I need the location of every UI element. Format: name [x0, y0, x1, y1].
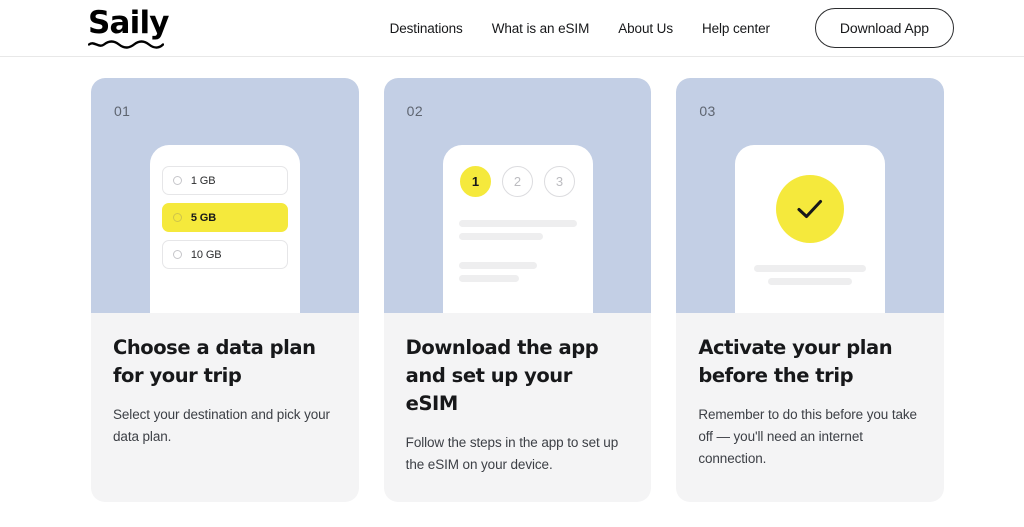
- logo-wordmark: Saily: [88, 4, 170, 41]
- main-navigation: Destinations What is an eSIM About Us He…: [390, 8, 954, 48]
- skeleton-line: [458, 220, 577, 227]
- skeleton-line: [458, 275, 519, 282]
- plan-option-label: 10 GB: [190, 248, 222, 261]
- plan-option-row[interactable]: 1 GB: [161, 166, 288, 195]
- skeleton-line: [458, 262, 537, 269]
- step-card-03: 03 Activate your plan before the trip Re…: [676, 78, 945, 502]
- radio-icon: [172, 213, 182, 222]
- skeleton-line: [754, 265, 867, 272]
- phone-mockup: 1 GB 5 GB 10 GB: [149, 145, 300, 313]
- step-card-02: 02 1 2 3 Download the app and set up you…: [383, 78, 652, 502]
- illustration-setup-steps: 02 1 2 3: [383, 78, 652, 313]
- download-app-button[interactable]: Download App: [814, 8, 954, 48]
- saily-logo[interactable]: Saily: [88, 4, 170, 49]
- plan-option-row[interactable]: 10 GB: [161, 240, 288, 269]
- skeleton-text-block: [443, 220, 593, 282]
- step-indicator-1[interactable]: 1: [460, 166, 491, 197]
- plan-option-label: 1 GB: [190, 174, 216, 187]
- plan-option-row-selected[interactable]: 5 GB: [161, 203, 288, 232]
- step-indicator-3[interactable]: 3: [544, 166, 575, 197]
- site-header: Saily Destinations What is an eSIM About…: [0, 0, 1024, 57]
- nav-link-what-is-an-esim[interactable]: What is an eSIM: [492, 21, 590, 36]
- card-body: Choose a data plan for your trip Select …: [91, 313, 359, 474]
- plan-option-label: 5 GB: [190, 211, 217, 224]
- wave-underline-icon: [88, 39, 164, 49]
- step-number-03: 03: [699, 103, 716, 119]
- phone-mockup: [735, 145, 886, 313]
- card-description: Select your destination and pick your da…: [113, 407, 330, 445]
- illustration-activation-success: 03: [676, 78, 945, 313]
- card-body: Activate your plan before the trip Remem…: [676, 313, 944, 496]
- card-body: Download the app and set up your eSIM Fo…: [384, 313, 652, 502]
- step-indicator-2[interactable]: 2: [502, 166, 533, 197]
- radio-icon: [172, 250, 182, 259]
- card-title: Choose a data plan for your trip: [113, 336, 316, 388]
- success-badge: [776, 175, 845, 243]
- skeleton-text-block: [735, 265, 885, 285]
- skeleton-line: [768, 278, 853, 285]
- steps-card-list: 01 1 GB 5 GB 10 GB Choose a data plan fo…: [0, 57, 1024, 502]
- step-number-01: 01: [114, 103, 131, 119]
- card-description: Remember to do this before you take off …: [698, 407, 917, 466]
- nav-link-help-center[interactable]: Help center: [702, 21, 770, 36]
- skeleton-spacer: [459, 246, 577, 262]
- step-number-02: 02: [406, 103, 424, 119]
- step-indicator-group: 1 2 3: [443, 166, 593, 197]
- checkmark-icon: [797, 199, 823, 219]
- nav-link-about-us[interactable]: About Us: [618, 21, 673, 36]
- skeleton-line: [458, 233, 543, 240]
- illustration-plan-picker: 01 1 GB 5 GB 10 GB: [91, 78, 359, 313]
- radio-icon: [172, 176, 182, 185]
- card-title: Activate your plan before the trip: [698, 336, 893, 388]
- card-title: Download the app and set up your eSIM: [405, 336, 599, 416]
- nav-link-destinations[interactable]: Destinations: [390, 21, 463, 36]
- step-card-01: 01 1 GB 5 GB 10 GB Choose a data plan fo…: [91, 78, 359, 502]
- phone-mockup: 1 2 3: [442, 145, 593, 313]
- card-description: Follow the steps in the app to set up th…: [405, 435, 619, 473]
